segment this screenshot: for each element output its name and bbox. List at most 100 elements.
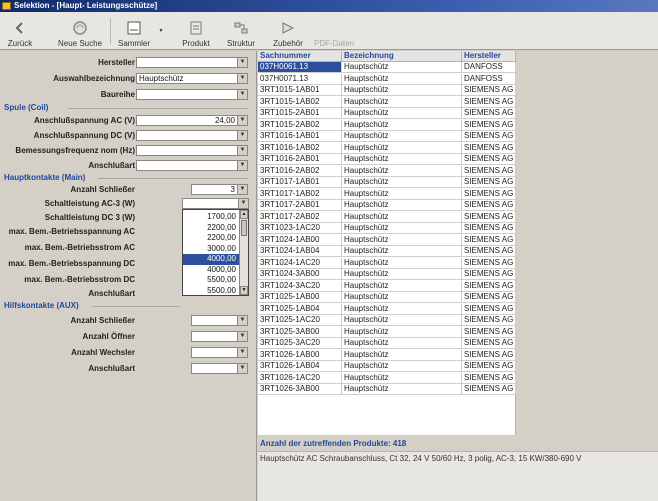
cell-description: Hauptschütz [342, 315, 462, 326]
result-count: Anzahl der zutreffenden Produkte: 418 [260, 439, 407, 448]
dropdown-option[interactable]: 5500,00 [183, 286, 240, 297]
filter-manufacturer: Hersteller ▼ [0, 57, 257, 68]
table-row[interactable]: 3RT1025-3AB00 Hauptschütz SIEMENS AG [258, 326, 516, 338]
chevron-down-icon: ▼ [237, 161, 247, 170]
dropdown-option[interactable]: 1700,00 [183, 212, 240, 223]
accessories-button[interactable]: Zubehör [270, 14, 306, 48]
aux-group-title: Hilfskontakte (AUX) [4, 301, 79, 310]
table-row[interactable]: 3RT1024-3AC20 Hauptschütz SIEMENS AG [258, 280, 516, 292]
cell-part-number: 3RT1016-1AB02 [258, 142, 342, 154]
back-arrow-icon [12, 20, 28, 36]
filter-voltage-dc: Anschlußspannung DC (V) ▼ [0, 130, 257, 141]
frequency-select[interactable]: ▼ [136, 145, 248, 156]
cell-part-number: 3RT1015-2AB01 [258, 108, 342, 119]
cell-part-number: 3RT1024-1AC20 [258, 257, 342, 269]
cell-manufacturer: SIEMENS AG [462, 85, 516, 96]
aux-openers-select[interactable]: ▼ [191, 331, 248, 342]
cell-part-number: 3RT1017-2AB01 [258, 200, 342, 211]
manufacturer-select[interactable]: ▼ [136, 57, 248, 68]
table-row[interactable]: 3RT1016-1AB01 Hauptschütz SIEMENS AG [258, 131, 516, 142]
table-row[interactable]: 3RT1015-2AB02 Hauptschütz SIEMENS AG [258, 119, 516, 131]
table-row[interactable]: 3RT1015-1AB02 Hauptschütz SIEMENS AG [258, 96, 516, 108]
dropdown-scrollbar[interactable]: ▲ ▼ [239, 210, 248, 295]
dropdown-option[interactable]: 2200,00 [183, 233, 240, 244]
table-row[interactable]: 037H0071.13 Hauptschütz DANFOSS [258, 73, 516, 85]
selection-select[interactable]: Hauptschütz ▼ [136, 73, 248, 84]
column-header-manufacturer[interactable]: Hersteller [462, 51, 516, 62]
table-row[interactable]: 3RT1025-1AB04 Hauptschütz SIEMENS AG [258, 303, 516, 315]
cell-manufacturer: SIEMENS AG [462, 349, 516, 361]
table-row[interactable]: 3RT1024-1AB00 Hauptschütz SIEMENS AG [258, 234, 516, 246]
scroll-up-icon[interactable]: ▲ [240, 210, 248, 219]
power-ac3-select[interactable]: ▼ [182, 198, 249, 209]
cell-description: Hauptschütz [342, 349, 462, 361]
cell-description: Hauptschütz [342, 223, 462, 234]
table-row[interactable]: 3RT1023-1AC20 Hauptschütz SIEMENS AG [258, 223, 516, 234]
dropdown-option[interactable]: 4000,00 [183, 265, 240, 276]
chevron-down-icon: ▼ [237, 90, 247, 99]
aux-connection-select[interactable]: ▼ [191, 363, 248, 374]
table-row[interactable]: 3RT1026-1AB04 Hauptschütz SIEMENS AG [258, 361, 516, 372]
pdf-icon [326, 20, 342, 36]
cell-manufacturer: SIEMENS AG [462, 142, 516, 154]
table-row[interactable]: 3RT1016-2AB01 Hauptschütz SIEMENS AG [258, 154, 516, 165]
scroll-down-icon[interactable]: ▼ [240, 286, 248, 295]
table-row[interactable]: 3RT1016-1AB02 Hauptschütz SIEMENS AG [258, 142, 516, 154]
cell-manufacturer: SIEMENS AG [462, 338, 516, 349]
table-row[interactable]: 3RT1025-3AC20 Hauptschütz SIEMENS AG [258, 338, 516, 349]
table-row[interactable]: 3RT1017-2AB02 Hauptschütz SIEMENS AG [258, 211, 516, 223]
back-button[interactable]: Zurück [4, 14, 36, 48]
cell-description: Hauptschütz [342, 73, 462, 85]
cell-manufacturer: DANFOSS [462, 73, 516, 85]
aux-closers-select[interactable]: ▼ [191, 315, 248, 326]
table-row[interactable]: 3RT1015-1AB01 Hauptschütz SIEMENS AG [258, 85, 516, 96]
table-row[interactable]: 3RT1024-3AB00 Hauptschütz SIEMENS AG [258, 269, 516, 280]
table-row[interactable]: 3RT1025-1AC20 Hauptschütz SIEMENS AG [258, 315, 516, 326]
collector-dropdown[interactable]: ▾ [156, 14, 166, 48]
table-row[interactable]: 037H0061.13 Hauptschütz DANFOSS [258, 62, 516, 73]
series-select[interactable]: ▼ [136, 89, 248, 100]
table-row[interactable]: 3RT1016-2AB02 Hauptschütz SIEMENS AG [258, 165, 516, 177]
table-row[interactable]: 3RT1024-1AB04 Hauptschütz SIEMENS AG [258, 246, 516, 257]
cell-part-number: 3RT1016-2AB01 [258, 154, 342, 165]
table-row[interactable]: 3RT1025-1AB00 Hauptschütz SIEMENS AG [258, 292, 516, 303]
cell-part-number: 3RT1024-3AB00 [258, 269, 342, 280]
cell-manufacturer: SIEMENS AG [462, 200, 516, 211]
dropdown-option[interactable]: 2200,00 [183, 223, 240, 234]
table-row[interactable]: 3RT1015-2AB01 Hauptschütz SIEMENS AG [258, 108, 516, 119]
dropdown-option[interactable]: 5500,00 [183, 275, 240, 286]
cell-manufacturer: SIEMENS AG [462, 292, 516, 303]
dropdown-option[interactable]: 3000,00 [183, 244, 240, 255]
cell-description: Hauptschütz [342, 62, 462, 73]
table-row[interactable]: 3RT1024-1AC20 Hauptschütz SIEMENS AG [258, 257, 516, 269]
table-row[interactable]: 3RT1026-1AB00 Hauptschütz SIEMENS AG [258, 349, 516, 361]
column-header-description[interactable]: Bezeichnung [342, 51, 462, 62]
pdf-data-button[interactable]: PDF-Daten [314, 14, 354, 48]
table-row[interactable]: 3RT1017-1AB01 Hauptschütz SIEMENS AG [258, 177, 516, 188]
column-header-part-number[interactable]: Sachnummer [258, 51, 342, 62]
scroll-thumb[interactable] [241, 220, 247, 236]
table-row[interactable]: 3RT1017-2AB01 Hauptschütz SIEMENS AG [258, 200, 516, 211]
cell-manufacturer: SIEMENS AG [462, 303, 516, 315]
voltage-ac-select[interactable]: 24,00 ▼ [136, 115, 248, 126]
new-search-button[interactable]: Neue Suche [58, 14, 102, 48]
structure-button[interactable]: Struktur [222, 14, 260, 48]
aux-changers-select[interactable]: ▼ [191, 347, 248, 358]
voltage-dc-select[interactable]: ▼ [136, 130, 248, 141]
cell-manufacturer: SIEMENS AG [462, 257, 516, 269]
cell-description: Hauptschütz [342, 384, 462, 395]
closers-select[interactable]: 3 ▼ [191, 184, 248, 195]
table-row[interactable]: 3RT1026-1AC20 Hauptschütz SIEMENS AG [258, 372, 516, 384]
product-button[interactable]: Produkt [176, 14, 216, 48]
dropdown-option-selected[interactable]: 4000,00 [183, 254, 240, 265]
power-ac3-dropdown-list[interactable]: 1700,00 2200,00 2200,00 3000,00 4000,00 … [182, 209, 249, 296]
collector-button[interactable]: Sammler [114, 14, 154, 48]
group-divider [68, 108, 248, 109]
cell-manufacturer: SIEMENS AG [462, 246, 516, 257]
cell-part-number: 3RT1026-1AB04 [258, 361, 342, 372]
table-row[interactable]: 3RT1017-1AB02 Hauptschütz SIEMENS AG [258, 188, 516, 200]
coil-connection-select[interactable]: ▼ [136, 160, 248, 171]
group-divider [92, 306, 180, 307]
table-row[interactable]: 3RT1026-3AB00 Hauptschütz SIEMENS AG [258, 384, 516, 395]
cell-manufacturer: SIEMENS AG [462, 223, 516, 234]
